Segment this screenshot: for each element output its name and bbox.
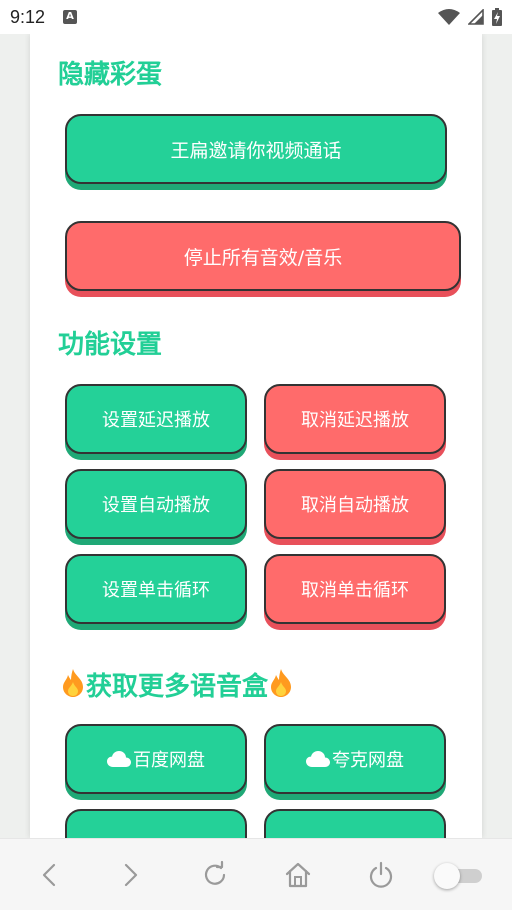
baidu-pan-label: 百度网盘 bbox=[133, 750, 205, 771]
cloud-icon bbox=[107, 751, 131, 767]
quark-pan-label: 夸克网盘 bbox=[332, 750, 404, 771]
set-click-loop-button[interactable]: 设置单击循环 bbox=[65, 554, 247, 624]
set-auto-play-button[interactable]: 设置自动播放 bbox=[65, 469, 247, 539]
bottom-nav-bar bbox=[0, 838, 512, 910]
wifi-icon bbox=[438, 9, 460, 25]
set-delay-play-button[interactable]: 设置延迟播放 bbox=[65, 384, 247, 454]
fire-icon bbox=[63, 669, 83, 697]
toggle-switch[interactable] bbox=[434, 863, 482, 889]
status-icons bbox=[438, 8, 502, 26]
section-title-settings: 功能设置 bbox=[58, 330, 163, 360]
section-title-more: 获取更多语音盒 bbox=[60, 666, 294, 703]
stop-all-sounds-button[interactable]: 停止所有音效/音乐 bbox=[65, 221, 461, 291]
a-notification-icon: A bbox=[63, 10, 78, 24]
status-time: 9:12 bbox=[10, 6, 46, 27]
fire-icon bbox=[271, 669, 292, 697]
signal-icon bbox=[468, 9, 484, 25]
refresh-icon[interactable] bbox=[199, 859, 231, 891]
section-title-easter-egg: 隐藏彩蛋 bbox=[58, 60, 163, 90]
power-icon[interactable] bbox=[365, 859, 397, 891]
cancel-click-loop-button[interactable]: 取消单击循环 bbox=[264, 554, 446, 624]
section-title-more-text: 获取更多语音盒 bbox=[86, 672, 269, 702]
cancel-auto-play-button[interactable]: 取消自动播放 bbox=[264, 469, 446, 539]
status-bar: 9:12 A bbox=[0, 0, 512, 34]
cancel-delay-play-button[interactable]: 取消延迟播放 bbox=[264, 384, 446, 454]
home-icon[interactable] bbox=[282, 859, 314, 891]
next-row-button-left[interactable] bbox=[65, 809, 247, 838]
content-card: 隐藏彩蛋 王扁邀请你视频通话 停止所有音效/音乐 功能设置 设置延迟播放 取消延… bbox=[30, 34, 482, 838]
quark-pan-button[interactable]: 夸克网盘 bbox=[264, 724, 446, 794]
toggle-knob bbox=[434, 863, 460, 889]
cloud-icon bbox=[306, 751, 330, 767]
video-call-button[interactable]: 王扁邀请你视频通话 bbox=[65, 114, 447, 184]
battery-charging-icon bbox=[492, 8, 502, 26]
back-icon[interactable] bbox=[34, 859, 66, 891]
forward-icon[interactable] bbox=[114, 859, 146, 891]
baidu-pan-button[interactable]: 百度网盘 bbox=[65, 724, 247, 794]
next-row-button-right[interactable] bbox=[264, 809, 446, 838]
